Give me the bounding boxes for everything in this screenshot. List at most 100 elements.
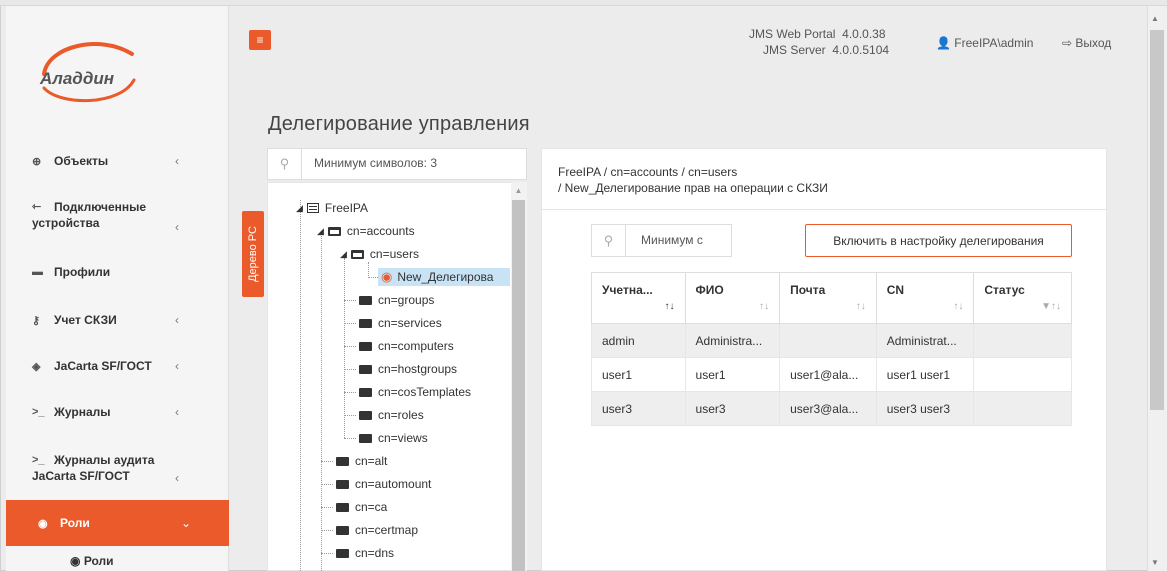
sidebar-subitem-label: Роли xyxy=(83,554,114,568)
tree-node-views[interactable]: cn=views xyxy=(359,429,428,447)
tree-node-alt[interactable]: cn=alt xyxy=(336,452,387,470)
table-row[interactable]: admin Administra... Administrat... xyxy=(591,323,1072,358)
logout-link[interactable]: ⇨ Выход xyxy=(1062,36,1111,50)
aladdin-logo: Аладдин xyxy=(39,42,136,103)
sidebar-item-profiles[interactable]: ▬ Профили xyxy=(0,263,223,281)
table-cell: admin xyxy=(591,323,686,358)
sidebar-subitem-roles[interactable]: ◉ Роли xyxy=(6,554,229,571)
tree-node-hostgroups[interactable]: cn=hostgroups xyxy=(359,360,457,378)
tree-line xyxy=(344,346,356,347)
tree-node-costemplates[interactable]: cn=cosTemplates xyxy=(359,383,471,401)
tree-node-label: cn=cosTemplates xyxy=(378,385,472,399)
tree-node-accounts[interactable]: ◢ cn=accounts xyxy=(317,222,415,240)
tree-line xyxy=(368,277,378,278)
folder-icon xyxy=(336,479,349,489)
folder-icon xyxy=(336,502,349,512)
sidebar-item-objects[interactable]: ⊕ Объекты ‹ xyxy=(0,152,223,170)
tree-node-dns[interactable]: cn=dns xyxy=(336,544,394,562)
table-cell xyxy=(779,323,877,358)
tree-node-roles[interactable]: cn=roles xyxy=(359,406,424,424)
tree-node-label: cn=services xyxy=(378,316,442,330)
column-header-mail[interactable]: Почта ↑↓ xyxy=(779,272,877,324)
column-header-status[interactable]: Статус ▼↑↓ xyxy=(973,272,1072,324)
column-header-fio[interactable]: ФИО ↑↓ xyxy=(684,272,781,324)
table-cell xyxy=(973,323,1072,358)
server-version-line: JMS Server 4.0.0.5104 xyxy=(749,42,889,58)
tree-node-services[interactable]: cn=services xyxy=(359,314,442,332)
user-icon: 👤 xyxy=(936,36,955,50)
user-search-input[interactable] xyxy=(641,233,727,247)
logout-icon: ⇨ xyxy=(1062,36,1076,50)
folder-icon xyxy=(359,387,372,397)
portal-version: 4.0.0.38 xyxy=(842,27,886,41)
page-scrollbar-thumb[interactable] xyxy=(1150,30,1164,410)
tree-line xyxy=(321,461,333,462)
chevron-left-icon: ‹ xyxy=(175,220,179,234)
tree-node-groups[interactable]: cn=groups xyxy=(359,291,434,309)
tree-node-label: cn=hostgroups xyxy=(378,362,458,376)
column-header-label: ФИО xyxy=(695,283,724,297)
tree-tab-label: Дерево РС xyxy=(247,226,259,282)
sort-icon: ↑↓ xyxy=(759,301,770,312)
tree-search-input[interactable] xyxy=(314,156,514,170)
scroll-up-icon[interactable]: ▲ xyxy=(512,186,525,196)
tree-line xyxy=(344,392,356,393)
terminal-icon: >_ xyxy=(32,406,45,418)
sort-icon: ↑↓ xyxy=(855,301,866,312)
breadcrumb-line2[interactable]: / New_Делегирование прав на операции с С… xyxy=(558,180,828,196)
tree-node-computers[interactable]: cn=computers xyxy=(359,337,454,355)
table-cell xyxy=(973,391,1072,426)
scroll-down-icon[interactable]: ▼ xyxy=(1151,558,1159,567)
sidebar-item-audit-journals[interactable]: >_ Журналы аудита JaCarta SF/ГОСТ ‹ xyxy=(0,452,223,488)
tree-node-label: New_Делегирова xyxy=(397,270,494,284)
sidebar-item-jacarta[interactable]: ◈ JaCarta SF/ГОСТ ‹ xyxy=(0,357,223,375)
tree-node-automount[interactable]: cn=automount xyxy=(336,475,431,493)
sidebar-item-journals[interactable]: >_ Журналы ‹ xyxy=(0,403,223,421)
current-user[interactable]: 👤 FreeIPA\admin xyxy=(936,36,1033,50)
breadcrumb-line1[interactable]: FreeIPA / cn=accounts / cn=users xyxy=(558,164,828,180)
tree-line xyxy=(344,323,356,324)
column-header-account[interactable]: Учетна... ↑↓ xyxy=(591,272,686,324)
table-cell: user1 xyxy=(591,357,686,392)
filter-icon: ▼↑↓ xyxy=(1041,301,1061,312)
tree-node-label: FreeIPA xyxy=(324,201,369,215)
folder-icon xyxy=(336,525,349,535)
sidebar-item-label-line1: Журналы аудита xyxy=(54,453,155,467)
expand-icon: ◢ xyxy=(340,248,347,259)
tree-node-ca[interactable]: cn=ca xyxy=(336,498,387,516)
sidebar-item-label-line2: устройства xyxy=(32,216,100,230)
chevron-left-icon: ‹ xyxy=(175,359,179,373)
menu-toggle-button[interactable]: ≡ xyxy=(249,30,271,50)
sidebar-item-label: Подключенные устройства xyxy=(32,199,146,231)
table-cell: user3@ala... xyxy=(779,391,877,426)
sidebar-item-skzi[interactable]: ⚷ Учет СКЗИ ‹ xyxy=(0,311,223,329)
tree-node-label: cn=groups xyxy=(378,293,435,307)
column-header-label: Учетна... xyxy=(602,283,653,297)
enable-delegation-button[interactable]: Включить в настройку делегирования xyxy=(805,224,1072,257)
column-header-label: Статус xyxy=(984,283,1025,297)
sidebar-item-roles[interactable]: ◉ Роли ⌄ xyxy=(6,500,229,546)
table-cell: Administrat... xyxy=(875,323,975,358)
tree-node-label: cn=roles xyxy=(378,408,424,422)
table-row[interactable]: user1 user1 user1@ala... user1 user1 xyxy=(591,357,1072,392)
version-info: JMS Web Portal 4.0.0.38 JMS Server 4.0.0… xyxy=(749,26,889,58)
tree-scrollbar-thumb[interactable] xyxy=(512,200,525,571)
user-circle-icon: ◉ xyxy=(381,269,393,284)
scroll-up-icon[interactable]: ▲ xyxy=(1151,14,1159,23)
tree-node-label: cn=computers xyxy=(378,339,454,353)
breadcrumb: FreeIPA / cn=accounts / cn=users / New_Д… xyxy=(558,164,828,196)
chevron-left-icon: ‹ xyxy=(175,471,179,485)
column-header-cn[interactable]: CN ↑↓ xyxy=(875,272,975,324)
chevron-left-icon: ‹ xyxy=(175,313,179,327)
tree-line xyxy=(344,369,356,370)
table-row[interactable]: user3 user3 user3@ala... user3 user3 xyxy=(591,391,1072,426)
tree-node-new-delegation[interactable]: ◉ New_Делегирова xyxy=(378,268,510,286)
tree-tab[interactable]: Дерево РС xyxy=(242,211,264,297)
tree-node-users[interactable]: ◢ cn=users xyxy=(340,245,419,263)
sort-icon: ↑↓ xyxy=(953,301,964,312)
tree-node-certmap[interactable]: cn=certmap xyxy=(336,521,418,539)
current-user-label: FreeIPA\admin xyxy=(954,36,1034,50)
tree-node-freeipa[interactable]: ◢ FreeIPA xyxy=(296,199,368,217)
sidebar-item-devices[interactable]: ⇽ Подключенные устройства ‹ xyxy=(0,199,223,235)
key-icon: ⚷ xyxy=(32,314,41,327)
